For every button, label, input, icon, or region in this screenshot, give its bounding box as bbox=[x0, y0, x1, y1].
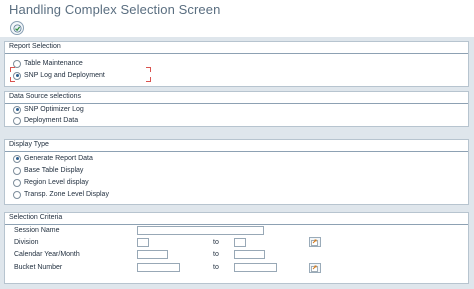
selection-screen-body: Report Selection Table Maintenance SNP L… bbox=[0, 37, 474, 289]
focus-marker bbox=[146, 67, 151, 72]
multiple-selection-icon bbox=[311, 239, 318, 246]
session-name-input[interactable] bbox=[137, 226, 264, 235]
radio-region-level-display[interactable]: Region Level display bbox=[13, 177, 89, 188]
group-title: Data Source selections bbox=[9, 93, 81, 100]
focus-marker bbox=[146, 77, 151, 82]
radio-transp-zone-level-display[interactable]: Transp. Zone Level Display bbox=[13, 189, 109, 200]
group-divider bbox=[5, 151, 468, 152]
group-title: Report Selection bbox=[9, 43, 61, 50]
group-title: Selection Criteria bbox=[9, 214, 63, 221]
radio-label: SNP Optimizer Log bbox=[24, 106, 84, 113]
division-label: Division bbox=[14, 239, 39, 246]
radio-label: Transp. Zone Level Display bbox=[24, 191, 109, 198]
radio-button[interactable] bbox=[13, 166, 21, 175]
radio-label: Region Level display bbox=[24, 179, 89, 186]
radio-button[interactable] bbox=[13, 178, 21, 187]
report-selection-group: Report Selection Table Maintenance SNP L… bbox=[4, 41, 469, 87]
radio-label: Deployment Data bbox=[24, 117, 79, 124]
display-type-group: Display Type Generate Report Data Base T… bbox=[4, 139, 469, 205]
radio-button[interactable] bbox=[13, 154, 21, 163]
radio-table-maintenance[interactable]: Table Maintenance bbox=[13, 58, 83, 69]
bucket-number-label: Bucket Number bbox=[14, 264, 63, 271]
division-from-input[interactable] bbox=[137, 238, 149, 247]
calendar-year-month-to-input[interactable] bbox=[234, 250, 265, 259]
radio-label: SNP Log and Deployment bbox=[24, 72, 105, 79]
execute-icon bbox=[13, 24, 21, 32]
radio-button[interactable] bbox=[13, 116, 21, 125]
execute-button[interactable] bbox=[10, 21, 24, 35]
division-to-input[interactable] bbox=[234, 238, 246, 247]
calendar-year-month-from-input[interactable] bbox=[137, 250, 168, 259]
division-multiple-selection-button[interactable] bbox=[309, 237, 321, 247]
bucket-number-from-input[interactable] bbox=[137, 263, 180, 272]
group-divider bbox=[5, 53, 468, 54]
radio-base-table-display[interactable]: Base Table Display bbox=[13, 165, 83, 176]
group-title: Display Type bbox=[9, 141, 49, 148]
radio-deployment-data[interactable]: Deployment Data bbox=[13, 115, 78, 126]
radio-snp-optimizer-log[interactable]: SNP Optimizer Log bbox=[13, 104, 84, 115]
data-source-group: Data Source selections SNP Optimizer Log… bbox=[4, 91, 469, 127]
to-label: to bbox=[213, 264, 219, 271]
radio-button[interactable] bbox=[13, 190, 21, 199]
application-toolbar bbox=[0, 20, 474, 36]
bucket-number-multiple-selection-button[interactable] bbox=[309, 263, 321, 273]
calendar-year-month-label: Calendar Year/Month bbox=[14, 251, 80, 258]
focus-marker bbox=[10, 77, 15, 82]
radio-label: Generate Report Data bbox=[24, 155, 93, 162]
page-title: Handling Complex Selection Screen bbox=[9, 2, 221, 17]
to-label: to bbox=[213, 239, 219, 246]
to-label: to bbox=[213, 251, 219, 258]
radio-label: Base Table Display bbox=[24, 167, 84, 174]
radio-button[interactable] bbox=[13, 105, 21, 114]
bucket-number-to-input[interactable] bbox=[234, 263, 277, 272]
radio-snp-log-deployment[interactable]: SNP Log and Deployment bbox=[13, 70, 105, 81]
title-bar: Handling Complex Selection Screen bbox=[0, 0, 474, 19]
multiple-selection-icon bbox=[311, 265, 318, 272]
session-name-label: Session Name bbox=[14, 227, 60, 234]
radio-label: Table Maintenance bbox=[24, 60, 83, 67]
group-divider bbox=[5, 224, 468, 225]
selection-criteria-group: Selection Criteria Session Name Division… bbox=[4, 212, 469, 284]
focus-marker bbox=[10, 67, 15, 72]
radio-generate-report-data[interactable]: Generate Report Data bbox=[13, 153, 93, 164]
